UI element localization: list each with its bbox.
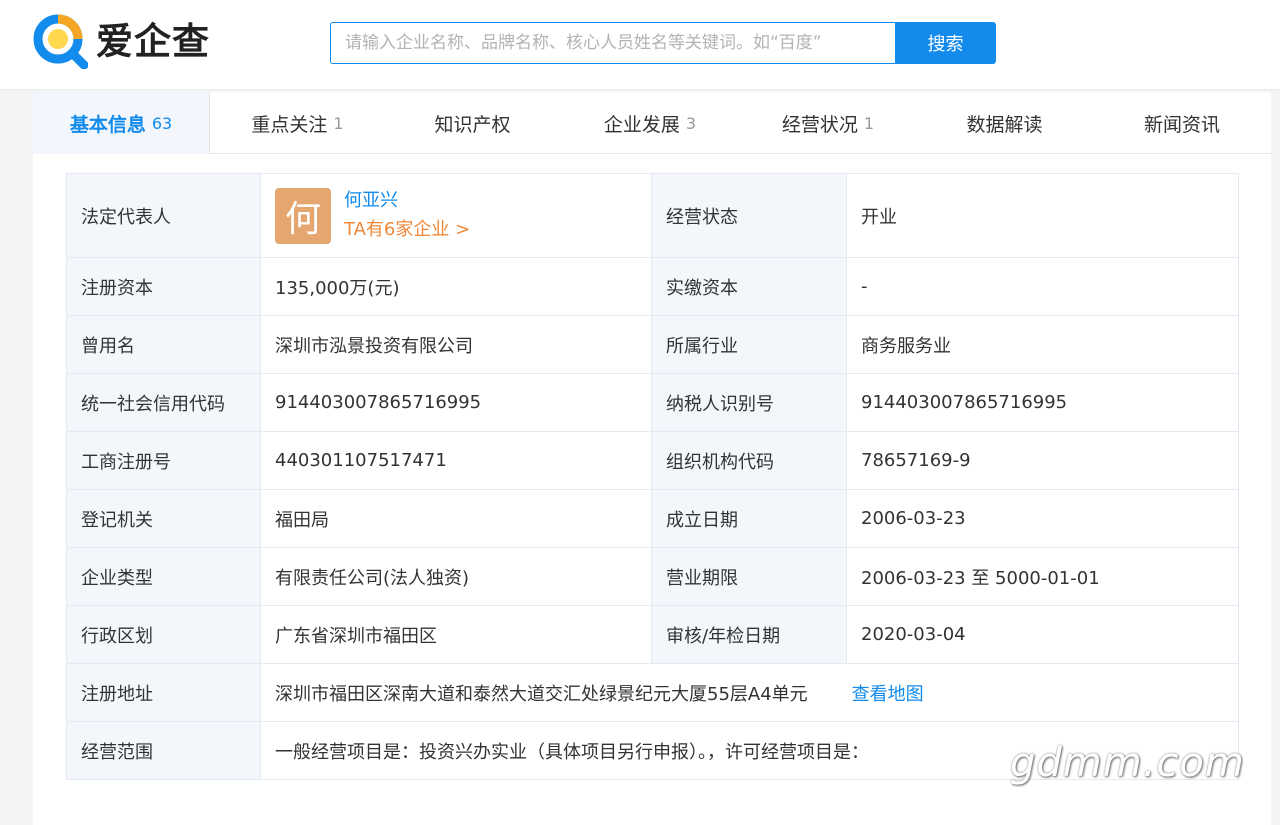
- top-header: 爱企查 搜索: [0, 0, 1280, 90]
- field-value: 商务服务业: [846, 315, 1239, 374]
- search-button[interactable]: 搜索: [895, 22, 996, 64]
- tab-bar: 基本信息 63 重点关注 1 知识产权 企业发展 3 经营状况 1 数据解读 新闻资讯: [33, 92, 1271, 154]
- search-input[interactable]: [330, 22, 895, 64]
- field-label: 注册资本: [66, 257, 261, 316]
- table-row: 工商注册号 440301107517471 组织机构代码 78657169-9: [66, 431, 1239, 490]
- field-value: 2020-03-04: [846, 605, 1239, 664]
- related-companies-link[interactable]: TA有6家企业 >: [344, 215, 470, 245]
- field-label: 行政区划: [66, 605, 261, 664]
- tab-label: 知识产权: [434, 113, 511, 136]
- field-value: 135,000万(元): [260, 257, 652, 316]
- field-label: 统一社会信用代码: [66, 373, 261, 432]
- field-label: 曾用名: [66, 315, 261, 374]
- field-label: 纳税人识别号: [651, 373, 847, 432]
- field-label: 营业期限: [651, 547, 847, 606]
- basic-info-table: 法定代表人 何 何亚兴 TA有6家企业 > 经营状态 开业 注册资本 135,0…: [66, 173, 1239, 780]
- status-label: 经营状态: [651, 173, 847, 258]
- tab-news[interactable]: 新闻资讯: [1093, 92, 1271, 154]
- tab-count: 63: [151, 113, 173, 133]
- table-row: 注册地址 深圳市福田区深南大道和泰然大道交汇处绿景纪元大厦55层A4单元 查看地图: [66, 663, 1239, 722]
- field-value: 福田局: [260, 489, 652, 548]
- tab-key-focus[interactable]: 重点关注 1: [210, 92, 385, 154]
- tab-count: 1: [333, 113, 344, 133]
- field-value: 914403007865716995: [846, 373, 1239, 432]
- field-value: 深圳市泓景投资有限公司: [260, 315, 652, 374]
- field-value: 914403007865716995: [260, 373, 652, 432]
- field-value: 广东省深圳市福田区: [260, 605, 652, 664]
- field-label: 工商注册号: [66, 431, 261, 490]
- table-row: 统一社会信用代码 914403007865716995 纳税人识别号 91440…: [66, 373, 1239, 432]
- tab-label: 数据解读: [966, 113, 1043, 136]
- status-value: 开业: [846, 173, 1239, 258]
- table-row: 法定代表人 何 何亚兴 TA有6家企业 > 经营状态 开业: [66, 173, 1239, 258]
- tab-count: 3: [685, 113, 697, 133]
- address-label: 注册地址: [66, 663, 261, 722]
- tab-label: 重点关注: [251, 113, 328, 136]
- legal-rep-label: 法定代表人: [66, 173, 261, 258]
- field-value: -: [846, 257, 1239, 316]
- logo-text: 爱企查: [96, 19, 210, 63]
- watermark: gdmm.com: [1010, 740, 1245, 786]
- field-label: 企业类型: [66, 547, 261, 606]
- site-logo[interactable]: 爱企查: [32, 12, 210, 70]
- legal-rep-cell: 何 何亚兴 TA有6家企业 >: [260, 173, 652, 258]
- address-value: 深圳市福田区深南大道和泰然大道交汇处绿景纪元大厦55层A4单元: [275, 683, 808, 705]
- avatar[interactable]: 何: [275, 187, 331, 244]
- view-map-link[interactable]: 查看地图: [852, 684, 924, 705]
- field-value: 440301107517471: [260, 431, 652, 490]
- tab-label: 经营状况: [781, 113, 858, 136]
- field-value: 78657169-9: [846, 431, 1239, 490]
- field-value: 2006-03-23 至 5000-01-01: [846, 547, 1239, 606]
- field-label: 审核/年检日期: [651, 605, 847, 664]
- field-label: 实缴资本: [651, 257, 847, 316]
- tab-label: 基本信息: [69, 113, 146, 136]
- field-value: 2006-03-23: [846, 489, 1239, 548]
- table-row: 曾用名 深圳市泓景投资有限公司 所属行业 商务服务业: [66, 315, 1239, 374]
- search-bar: 搜索: [330, 22, 996, 64]
- tab-operations[interactable]: 经营状况 1: [740, 92, 916, 154]
- field-label: 登记机关: [66, 489, 261, 548]
- tab-label: 新闻资讯: [1143, 113, 1220, 136]
- table-row: 行政区划 广东省深圳市福田区 审核/年检日期 2020-03-04: [66, 605, 1239, 664]
- address-cell: 深圳市福田区深南大道和泰然大道交汇处绿景纪元大厦55层A4单元 查看地图: [260, 663, 1239, 722]
- tab-label: 企业发展: [603, 113, 680, 136]
- scope-label: 经营范围: [66, 721, 261, 780]
- field-value: 有限责任公司(法人独资): [260, 547, 652, 606]
- tab-count: 1: [863, 113, 875, 133]
- legal-rep-name-link[interactable]: 何亚兴: [344, 187, 470, 215]
- tab-development[interactable]: 企业发展 3: [560, 92, 740, 154]
- company-info-card: 基本信息 63 重点关注 1 知识产权 企业发展 3 经营状况 1 数据解读 新闻资讯 …: [33, 92, 1271, 825]
- field-label: 所属行业: [651, 315, 847, 374]
- table-row: 登记机关 福田局 成立日期 2006-03-23: [66, 489, 1239, 548]
- table-row: 注册资本 135,000万(元) 实缴资本 -: [66, 257, 1239, 316]
- magnifier-logo-icon: [32, 13, 89, 70]
- tab-basic-info[interactable]: 基本信息 63: [33, 92, 210, 154]
- table-row: 企业类型 有限责任公司(法人独资) 营业期限 2006-03-23 至 5000…: [66, 547, 1239, 606]
- field-label: 成立日期: [651, 489, 847, 548]
- tab-data-interpretation[interactable]: 数据解读: [916, 92, 1093, 154]
- field-label: 组织机构代码: [651, 431, 847, 490]
- tab-intellectual-property[interactable]: 知识产权: [385, 92, 560, 154]
